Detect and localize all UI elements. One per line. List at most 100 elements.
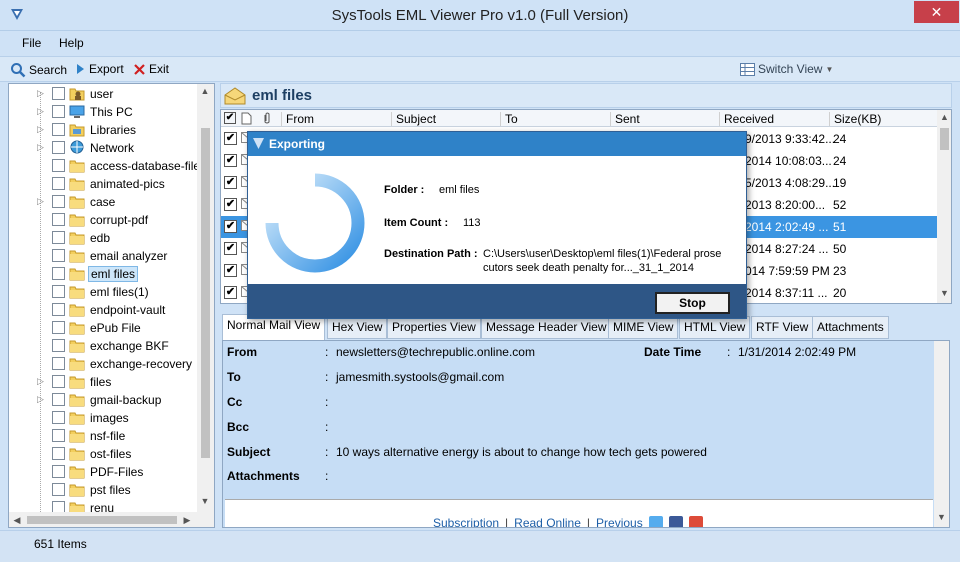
tree-vertical-scrollbar[interactable]: ▲ ▼ [197,84,214,512]
scroll-up-icon[interactable]: ▲ [197,86,213,96]
mail-row-checkbox[interactable]: ✔ [224,264,237,277]
tree-item[interactable]: ▷ gmail-backup [9,391,199,409]
tree-item-checkbox[interactable] [52,141,65,154]
select-all-checkbox[interactable]: ✔ [224,112,236,124]
tree-item-checkbox[interactable] [52,213,65,226]
tab-mime-view[interactable]: MIME View [608,316,679,339]
expand-arrow-icon[interactable]: ▷ [37,376,45,386]
close-window-button[interactable]: ✕ [914,1,959,23]
column-received[interactable]: Received [719,112,827,126]
tree-item[interactable]: email analyzer [9,247,199,265]
tree-item[interactable]: pst files [9,481,199,499]
tree-item-checkbox[interactable] [52,285,65,298]
scroll-down-icon[interactable]: ▼ [197,496,213,506]
tree-item-checkbox[interactable] [52,267,65,280]
tree-item-checkbox[interactable] [52,195,65,208]
column-from[interactable]: From [281,112,389,126]
twitter-icon[interactable] [648,516,663,527]
column-subject[interactable]: Subject [391,112,499,126]
tree-item[interactable]: nsf-file [9,427,199,445]
mail-row-checkbox[interactable]: ✔ [224,198,237,211]
tree-item-checkbox[interactable] [52,321,65,334]
tree-item-checkbox[interactable] [52,123,65,136]
tree-item[interactable]: ▷ Libraries [9,121,199,139]
mail-row-checkbox[interactable]: ✔ [224,220,237,233]
expand-arrow-icon[interactable]: ▷ [37,88,45,98]
tree-item[interactable]: exchange-recovery [9,355,199,373]
tree-item-checkbox[interactable] [52,303,65,316]
tree-item-checkbox[interactable] [52,231,65,244]
tree-item[interactable]: animated-pics [9,175,199,193]
mail-body-preview[interactable]: Subscription | Read Online | Previous [225,499,933,527]
detail-scrollbar[interactable]: ▼ [934,341,949,527]
tree-item-checkbox[interactable] [52,105,65,118]
tree-item-checkbox[interactable] [52,339,65,352]
tree-item[interactable]: PDF-Files [9,463,199,481]
tab-html-view[interactable]: HTML View [679,316,751,339]
exit-button[interactable]: Exit [133,62,169,76]
scroll-down-icon[interactable]: ▼ [937,288,951,298]
tree-item-checkbox[interactable] [52,483,65,496]
mail-row-checkbox[interactable]: ✔ [224,286,237,299]
expand-arrow-icon[interactable]: ▷ [37,142,45,152]
tree-item[interactable]: eml files(1) [9,283,199,301]
tab-hex-view[interactable]: Hex View [327,316,388,339]
expand-arrow-icon[interactable]: ▷ [37,394,45,404]
mail-row-checkbox[interactable]: ✔ [224,154,237,167]
expand-arrow-icon[interactable]: ▷ [37,124,45,134]
tree-item[interactable]: endpoint-vault [9,301,199,319]
facebook-icon[interactable] [668,516,683,527]
tree-item-checkbox[interactable] [52,429,65,442]
mail-row-checkbox[interactable]: ✔ [224,176,237,189]
tree-item[interactable]: ▷ files [9,373,199,391]
tree-hscroll-thumb[interactable] [27,516,177,524]
column-sent[interactable]: Sent [610,112,718,126]
tree-item[interactable]: exchange BKF [9,337,199,355]
mail-row-checkbox[interactable]: ✔ [224,242,237,255]
tree-item[interactable]: ▷ case [9,193,199,211]
tree-item[interactable]: eml files [9,265,199,283]
google-plus-icon[interactable] [688,516,703,527]
tree-item-checkbox[interactable] [52,465,65,478]
column-size[interactable]: Size(KB) [829,112,937,126]
scroll-up-icon[interactable]: ▲ [937,112,951,122]
menu-help[interactable]: Help [59,36,84,50]
folder-tree[interactable]: ▷ user ▷ This PC ▷ Libraries ▷ Network access-da… [8,83,215,528]
tree-item-checkbox[interactable] [52,447,65,460]
tree-item-checkbox[interactable] [52,357,65,370]
previous-link[interactable]: Previous [596,516,643,527]
tab-rtf-view[interactable]: RTF View [751,316,814,339]
mail-list-scroll-thumb[interactable] [940,128,949,150]
tree-scroll-thumb[interactable] [201,128,210,458]
tree-item-checkbox[interactable] [52,411,65,424]
subscription-link[interactable]: Subscription [433,516,499,527]
search-button[interactable]: Search [10,62,67,78]
column-to[interactable]: To [500,112,608,126]
scroll-down-icon[interactable]: ▼ [934,512,949,522]
tab-message-header-view[interactable]: Message Header View [481,316,612,339]
tree-item-checkbox[interactable] [52,159,65,172]
mail-row-checkbox[interactable]: ✔ [224,132,237,145]
tree-horizontal-scrollbar[interactable]: ◀ ▶ [9,512,214,527]
stop-button[interactable]: Stop [655,292,730,314]
tree-item[interactable]: ▷ user [9,85,199,103]
scroll-right-icon[interactable]: ▶ [179,515,195,526]
tree-item-checkbox[interactable] [52,87,65,100]
tree-item-checkbox[interactable] [52,177,65,190]
tree-item[interactable]: corrupt-pdf [9,211,199,229]
tree-item[interactable]: images [9,409,199,427]
tree-item-checkbox[interactable] [52,393,65,406]
tree-item-checkbox[interactable] [52,375,65,388]
tree-item[interactable]: ost-files [9,445,199,463]
menu-file[interactable]: File [22,36,41,50]
tree-item[interactable]: ePub File [9,319,199,337]
scroll-left-icon[interactable]: ◀ [9,515,25,526]
tab-attachments[interactable]: Attachments [812,316,889,339]
tree-item[interactable]: ▷ Network [9,139,199,157]
tree-item[interactable]: ▷ This PC [9,103,199,121]
tab-properties-view[interactable]: Properties View [387,316,481,339]
tree-item[interactable]: access-database-file [9,157,200,175]
expand-arrow-icon[interactable]: ▷ [37,106,45,116]
tree-item[interactable]: edb [9,229,199,247]
export-button[interactable]: Export [74,62,124,76]
